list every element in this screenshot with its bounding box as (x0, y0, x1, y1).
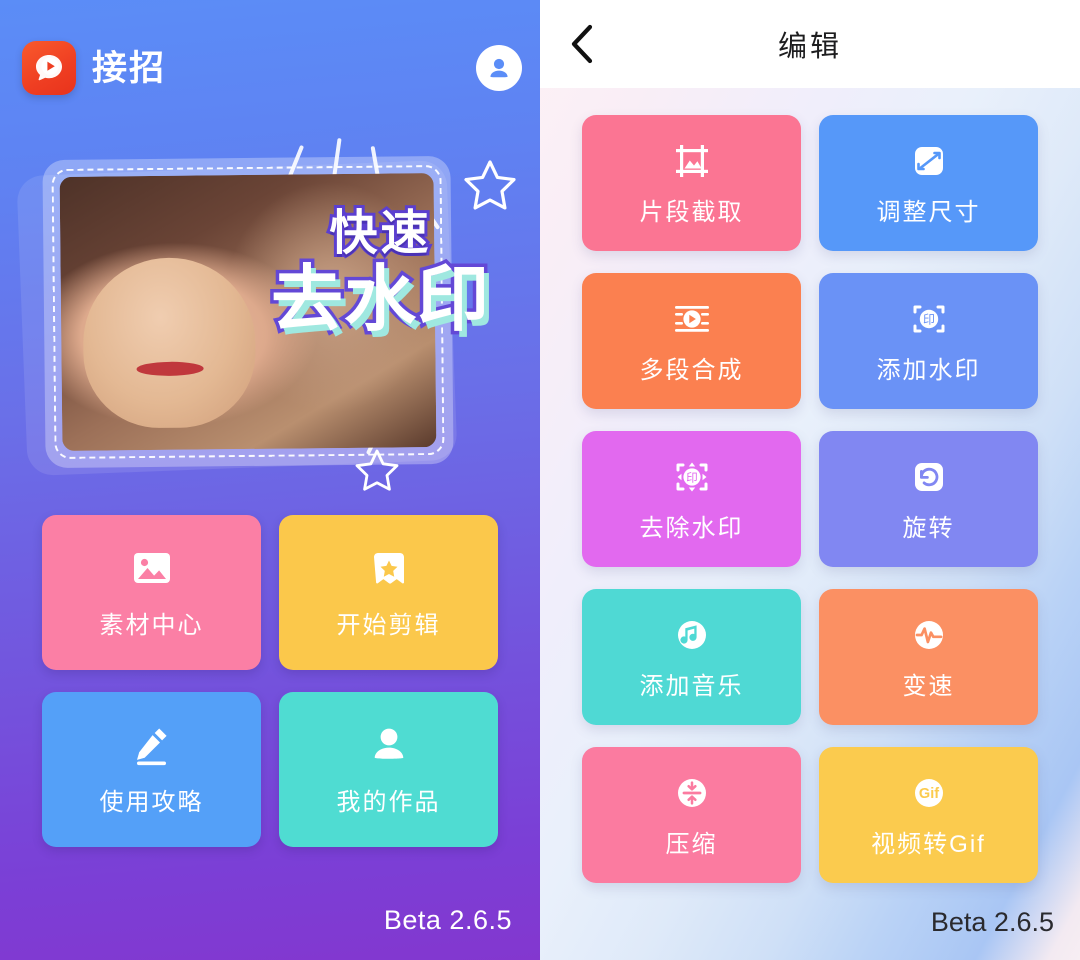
music-note-icon (671, 614, 713, 656)
edit-tile-label: 添加水印 (876, 356, 981, 384)
image-icon (129, 545, 175, 591)
home-tile-usage-guide[interactable]: 使用攻略 (42, 692, 261, 847)
play-bubble-icon (22, 41, 76, 95)
edit-header: 编辑 (540, 0, 1080, 88)
gif-icon: Gif (908, 772, 950, 814)
home-tile-material-center[interactable]: 素材中心 (42, 515, 261, 670)
crop-icon (671, 140, 713, 182)
svg-text:印: 印 (686, 470, 698, 484)
home-screen: 接招 快速 去水印 素材中心 开始剪辑 使用攻略 我的作品 Beta 2.6.5 (0, 0, 540, 960)
home-tile-label: 素材中心 (99, 612, 204, 639)
home-tile-start-editing[interactable]: 开始剪辑 (279, 515, 498, 670)
edit-tile-merge-segments[interactable]: 多段合成 (582, 273, 801, 409)
home-tile-label: 我的作品 (336, 789, 441, 816)
svg-text:Gif: Gif (918, 786, 938, 802)
home-tile-label: 开始剪辑 (336, 612, 441, 639)
chevron-left-icon[interactable] (558, 20, 606, 68)
svg-text:印: 印 (922, 312, 934, 326)
edit-tile-rotate[interactable]: 旋转 (819, 431, 1038, 567)
edit-tile-label: 视频转Gif (871, 830, 986, 858)
home-tile-label: 使用攻略 (99, 789, 204, 816)
edit-version-label: Beta 2.6.5 (930, 907, 1054, 937)
edit-tile-label: 旋转 (902, 514, 955, 542)
edit-tile-add-watermark[interactable]: 印 添加水印 (819, 273, 1038, 409)
edit-tile-video-to-gif[interactable]: Gif 视频转Gif (819, 747, 1038, 883)
pencil-icon (129, 722, 175, 768)
edit-tile-label: 多段合成 (639, 356, 744, 384)
home-tile-my-works[interactable]: 我的作品 (279, 692, 498, 847)
star-outline-icon (464, 160, 516, 210)
page-title: 编辑 (777, 31, 842, 63)
hero-dashed-border (51, 164, 445, 460)
dual-screen-container: 接招 快速 去水印 素材中心 开始剪辑 使用攻略 我的作品 Beta 2.6.5… (0, 0, 1080, 960)
person-icon (366, 722, 412, 768)
edit-tile-label: 调整尺寸 (876, 198, 981, 226)
edit-tool-grid: 片段截取 调整尺寸 多段合成 印 添加水印 印 去除水印 旋转 添加音乐 变速 … (582, 115, 1038, 883)
compress-icon (671, 772, 713, 814)
resize-arrows-icon (908, 140, 950, 182)
speed-pulse-icon (908, 614, 950, 656)
hero-photo (59, 173, 437, 451)
home-version-label: Beta 2.6.5 (383, 905, 512, 935)
film-play-icon (670, 298, 714, 340)
edit-tile-label: 片段截取 (639, 198, 744, 226)
edit-tile-resize[interactable]: 调整尺寸 (819, 115, 1038, 251)
edit-tile-label: 去除水印 (639, 514, 744, 542)
app-title: 接招 (92, 48, 167, 88)
rotate-icon (908, 456, 950, 498)
watermark-remove-icon: 印 (670, 456, 714, 498)
edit-screen: 编辑 片段截取 调整尺寸 多段合成 印 添加水印 印 去除水印 旋转 添加音乐 … (540, 0, 1080, 960)
home-top-bar: 接招 (22, 36, 522, 100)
account-avatar-icon[interactable] (476, 45, 522, 91)
hero-photo-frame (42, 155, 454, 469)
edit-tile-speed[interactable]: 变速 (819, 589, 1038, 725)
edit-tile-add-music[interactable]: 添加音乐 (582, 589, 801, 725)
edit-tile-label: 添加音乐 (639, 672, 744, 700)
edit-tile-label: 变速 (902, 672, 955, 700)
edit-tile-compress[interactable]: 压缩 (582, 747, 801, 883)
edit-tile-clip-extract[interactable]: 片段截取 (582, 115, 801, 251)
edit-tile-label: 压缩 (665, 830, 718, 858)
home-action-grid: 素材中心 开始剪辑 使用攻略 我的作品 (42, 515, 498, 847)
watermark-add-icon: 印 (907, 298, 951, 340)
star-badge-icon (366, 545, 412, 591)
edit-tile-remove-watermark[interactable]: 印 去除水印 (582, 431, 801, 567)
hero-banner[interactable]: 快速 去水印 (16, 137, 518, 491)
